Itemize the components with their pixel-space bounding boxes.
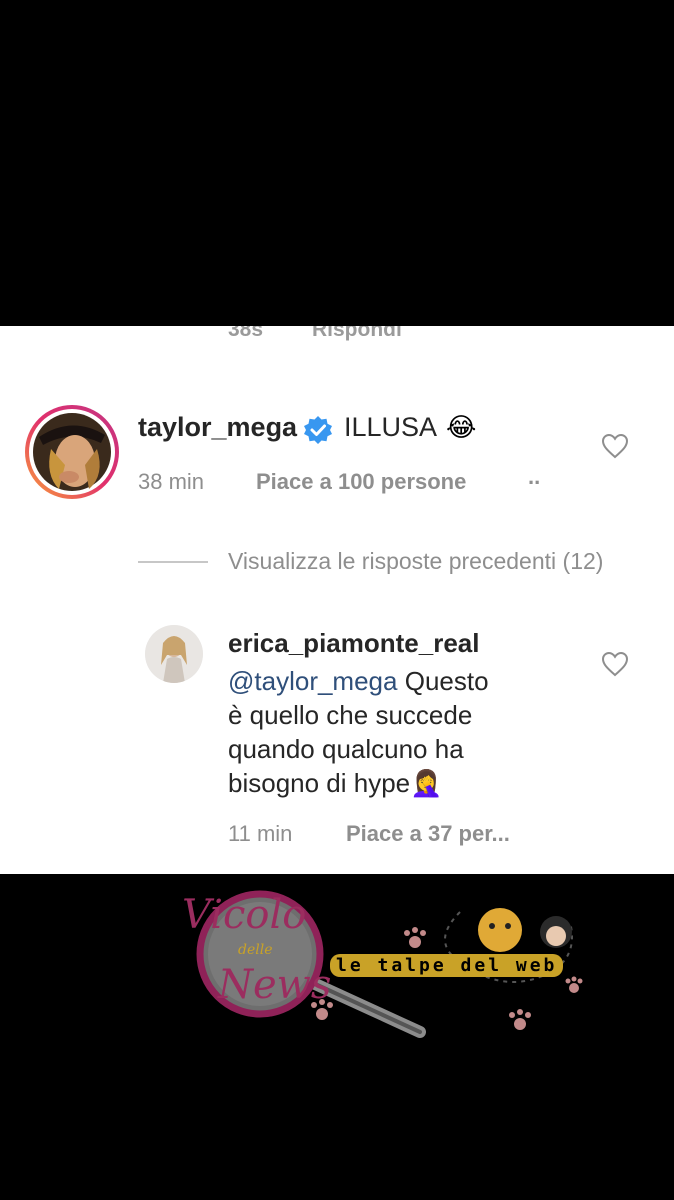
- avatar-erica-piamonte[interactable]: [145, 625, 203, 683]
- verified-badge-icon: [303, 415, 333, 445]
- watermark: Vicolo delle News le talpe del web: [160, 882, 600, 1042]
- avatar-image: [29, 409, 115, 495]
- tagline: le talpe del web: [330, 954, 564, 977]
- comment-text: ILLUSA: [344, 412, 438, 442]
- reply-username[interactable]: erica_piamonte_real: [228, 628, 479, 659]
- reply-text-block: @taylor_mega Questo è quello che succede…: [228, 664, 489, 800]
- more-options-icon[interactable]: ..: [528, 464, 540, 490]
- reply-likes-link[interactable]: Piace a 37 per...: [346, 821, 510, 847]
- prev-reply-button[interactable]: Rispondi: [312, 326, 402, 342]
- avatar-image: [145, 625, 203, 683]
- logo-text-mid: delle: [238, 942, 273, 958]
- comment-username[interactable]: taylor_mega: [138, 412, 297, 443]
- likes-count-link[interactable]: Piace a 100 persone: [256, 469, 466, 495]
- view-previous-replies-link[interactable]: Visualizza le risposte precedenti (12): [228, 548, 603, 575]
- reply-line-4: bisogno di hype🤦‍♀️: [228, 766, 489, 800]
- comment-panel: 38s Rispondi taylor_mega ILLUSA 😂 38 min…: [0, 326, 674, 874]
- logo-text-bottom: News: [218, 962, 332, 1008]
- reply-line-2: è quello che succede: [228, 700, 473, 730]
- facepalm-emoji-icon: 🤦‍♀️: [410, 768, 443, 798]
- thread-divider: [138, 561, 208, 563]
- reply-line-4-text: bisogno di hype: [228, 768, 411, 798]
- reply-line-3: quando qualcuno ha: [228, 734, 464, 764]
- reply-line-1: @taylor_mega Questo: [228, 664, 489, 698]
- avatar-taylor-mega[interactable]: [25, 405, 119, 499]
- mention-link[interactable]: @taylor_mega: [228, 666, 397, 696]
- logo-text-top: Vicolo: [182, 892, 307, 938]
- heart-outline-icon[interactable]: [601, 433, 629, 459]
- reply-time: 11 min: [228, 821, 293, 846]
- laughing-emoji-icon: 😂: [446, 412, 477, 442]
- prev-comment-time: 38s: [228, 326, 264, 341]
- comment-time: 38 min: [138, 469, 205, 494]
- reply-line-1-text: Questo: [404, 666, 489, 696]
- heart-outline-icon[interactable]: [601, 651, 629, 677]
